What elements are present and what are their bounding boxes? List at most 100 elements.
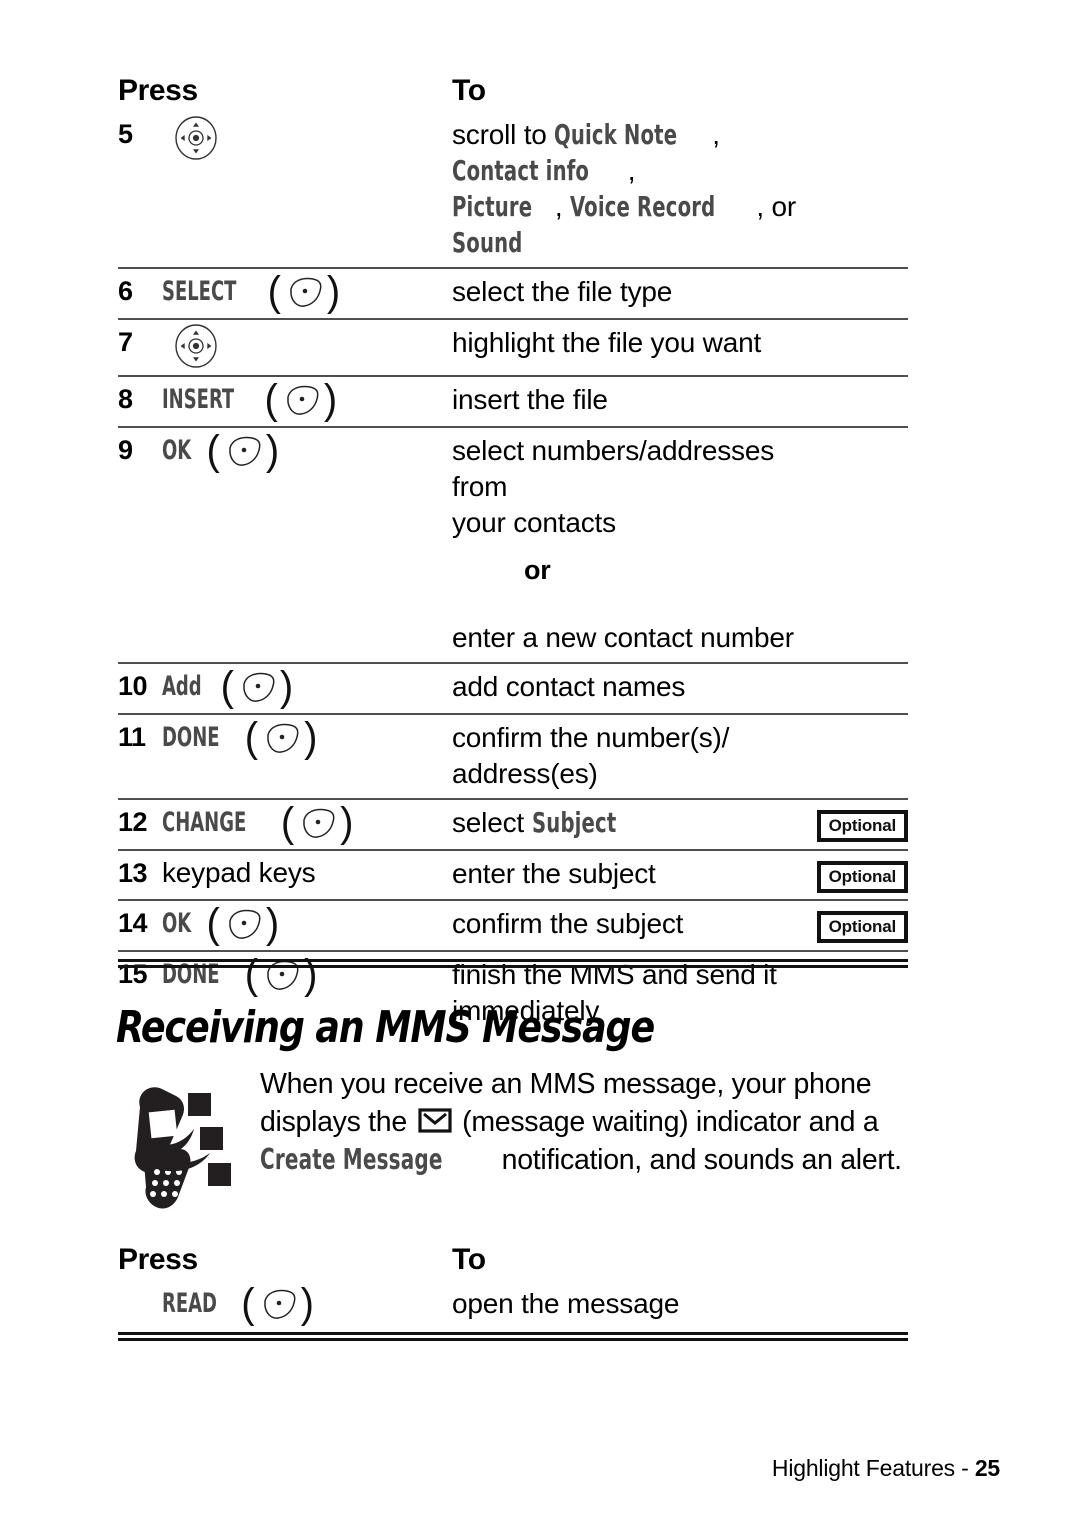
paren-close: ): [323, 376, 338, 424]
action-cell: confirm the subject: [452, 903, 804, 942]
status-badge: Optional: [816, 911, 908, 943]
footer-label: Highlight Features -: [771, 1455, 975, 1481]
step-number: 12: [118, 807, 148, 837]
body-text: confirm the subject: [452, 908, 684, 939]
soft-key-icon[interactable]: (): [206, 427, 280, 475]
paren-close: ): [265, 427, 280, 475]
step-number: 9: [118, 435, 133, 465]
body-text: When you receive an MMS message, your ph…: [260, 1068, 872, 1100]
table-header-row: Press To: [118, 74, 908, 112]
soft-key-icon[interactable]: (): [244, 714, 318, 762]
action-cell: select the file type: [452, 271, 804, 310]
body-text: open the message: [452, 1288, 680, 1319]
table-row: 10 Add () add contact names: [118, 662, 908, 713]
display-term: Quick Note: [554, 118, 678, 151]
phone-alert-icon: [110, 1063, 260, 1222]
table-row: 8 INSERT () insert the file: [118, 375, 908, 426]
press-cell: READ (): [162, 1283, 452, 1325]
action-cell: enter the subject: [452, 853, 804, 892]
optional-cell: [804, 666, 908, 674]
body-text: notification, and sounds an alert.: [494, 1144, 902, 1176]
table-row: 5 scroll to Quick Note, Contact info, Pict…: [118, 112, 908, 267]
body-text: insert the file: [452, 384, 608, 415]
table-row: 7 highlight the file you want: [118, 318, 908, 375]
procedure-table-mms-compose: Press To 5 scroll to Quick Note, Contact in…: [118, 74, 908, 1035]
action-cell: select numbers/addresses from your contac…: [452, 430, 804, 541]
display-term: Picture: [452, 190, 533, 223]
page-number: 25: [974, 1455, 1000, 1481]
step-number: 10: [118, 671, 148, 701]
paren-open: (: [244, 714, 259, 762]
optional-cell: [804, 430, 908, 438]
press-cell: CHANGE (): [162, 799, 452, 847]
soft-key-label: DONE: [162, 722, 220, 753]
table-row: 9 OK () select numbers/addresses from your c…: [118, 426, 908, 547]
soft-key-icon[interactable]: (): [221, 666, 294, 708]
column-header-to: To: [452, 74, 486, 107]
optional-cell: [804, 114, 908, 122]
status-badge: Optional: [816, 810, 908, 842]
table-bottom-rule-2: [118, 1332, 908, 1341]
paren-open: (: [280, 799, 295, 847]
column-header-to: To: [452, 1243, 486, 1276]
soft-key-icon[interactable]: (): [241, 1283, 314, 1325]
optional-cell: [804, 271, 908, 279]
optional-cell: [804, 1283, 908, 1291]
table-row: 12 CHANGE () select Subject Optional: [118, 798, 908, 849]
body-text: select: [452, 807, 532, 838]
body-text: enter a new contact number: [452, 622, 794, 653]
soft-key-label: CHANGE: [162, 807, 247, 838]
action-text: enter a new contact number: [452, 620, 804, 656]
note-text: When you receive an MMS message, your ph…: [260, 1063, 910, 1179]
table-header-row: Press To: [118, 1243, 908, 1281]
press-cell: [162, 114, 452, 161]
soft-key-label: READ: [162, 1288, 217, 1319]
soft-key-icon[interactable]: (): [206, 903, 279, 945]
press-cell: OK (): [162, 427, 452, 475]
table-row: READ () open the message: [118, 1281, 908, 1330]
soft-key-icon[interactable]: (): [267, 268, 341, 316]
page-footer: Highlight Features - 25: [772, 1455, 1000, 1482]
optional-cell: Optional: [804, 903, 908, 943]
paren-open: (: [206, 427, 220, 475]
table-row: or enter a new contact number: [118, 547, 908, 662]
body-text: highlight the file you want: [452, 327, 762, 358]
body-text: address(es): [452, 758, 598, 789]
paren-close: ): [326, 268, 341, 316]
optional-cell: [804, 717, 908, 725]
action-cell: select Subject: [452, 802, 804, 841]
press-cell: DONE (): [162, 714, 452, 762]
step-number: 13: [118, 858, 148, 888]
navigation-key-icon[interactable]: [172, 323, 220, 369]
action-cell: confirm the number(s)/ address(es): [452, 717, 804, 792]
column-header-press: Press: [118, 74, 198, 107]
press-cell: Add (): [162, 666, 452, 708]
step-number: [118, 549, 162, 552]
soft-key-label: INSERT: [162, 384, 235, 415]
step-number: 11: [118, 722, 146, 752]
paren-open: (: [267, 268, 281, 316]
action-cell: add contact names: [452, 666, 804, 705]
column-header-press: Press: [118, 1243, 198, 1276]
action-cell: insert the file: [452, 379, 804, 418]
body-text: , or: [756, 191, 797, 222]
action-cell: scroll to Quick Note, Contact info, Pictu…: [452, 114, 804, 261]
navigation-key-icon[interactable]: [172, 115, 220, 161]
soft-key-label: OK: [162, 435, 192, 466]
press-cell: OK (): [162, 903, 452, 945]
table-row: 6 SELECT () select the file type: [118, 267, 908, 318]
soft-key-icon[interactable]: (): [280, 799, 354, 847]
body-text: select numbers/addresses from: [452, 435, 775, 502]
press-cell: [162, 322, 452, 369]
procedure-table-mms-receive: Press To READ () open the message: [118, 1243, 908, 1330]
body-text: your contacts: [452, 507, 616, 538]
display-term: Subject: [531, 806, 616, 839]
press-cell: INSERT (): [162, 376, 452, 424]
display-term: Voice Record: [570, 190, 716, 223]
body-text: select the file type: [452, 276, 673, 307]
body-text: (message waiting) indicator and a: [454, 1106, 879, 1138]
soft-key-label: Add: [162, 671, 202, 702]
table-row: 13 keypad keys enter the subject Optional: [118, 849, 908, 899]
press-cell: keypad keys: [162, 853, 452, 892]
soft-key-icon[interactable]: (): [265, 376, 338, 424]
